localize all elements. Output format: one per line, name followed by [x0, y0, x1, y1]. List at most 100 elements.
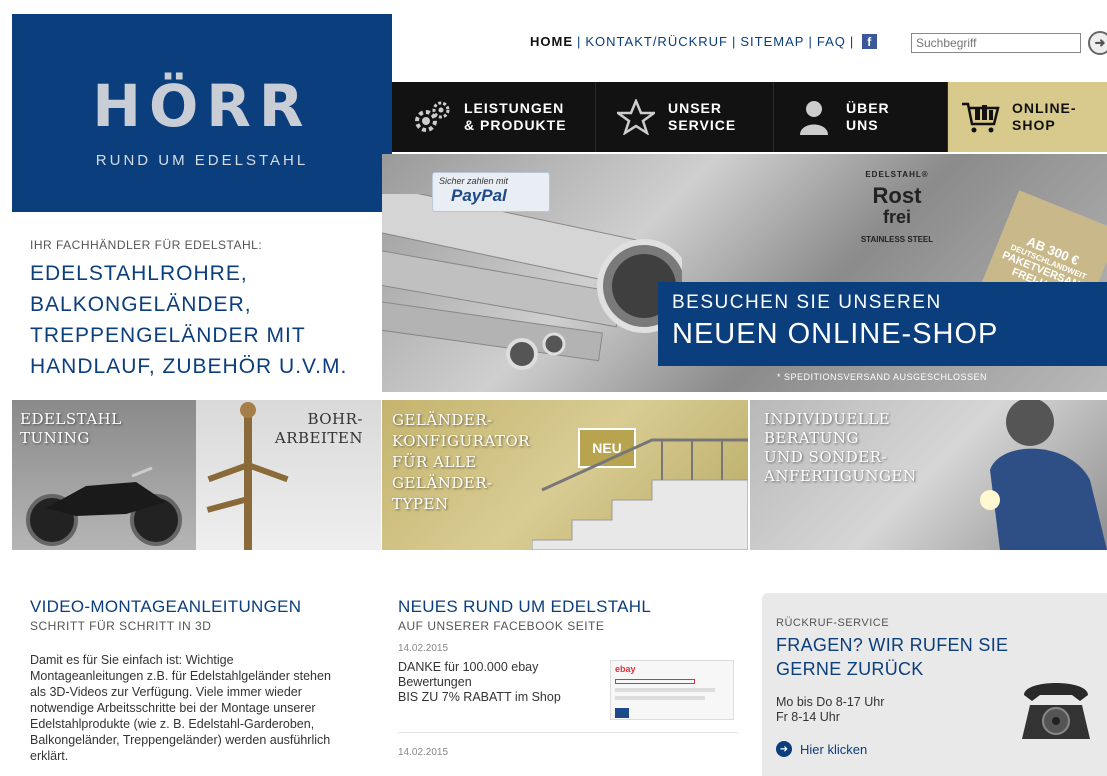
thumb-block: [615, 708, 629, 718]
thumb-line: [615, 688, 715, 692]
nav-label-line: SHOP: [1012, 117, 1056, 133]
gears-icon: [412, 97, 452, 137]
logo-wordmark: HÖRR: [92, 72, 312, 140]
nav-label-line: UNS: [846, 117, 879, 133]
news-line: DANKE für 100.000 ebay: [398, 660, 539, 674]
callback-link-label: Hier klicken: [800, 741, 868, 757]
thumb-highlight: [615, 679, 695, 684]
nav-link-kontakt[interactable]: KONTAKT/RÜCKRUF: [585, 34, 728, 49]
tagline-line: TREPPENGELÄNDER MIT: [30, 324, 306, 347]
search-submit-icon[interactable]: ➜: [1088, 31, 1107, 55]
nav-item-leistungen[interactable]: LEISTUNGEN & PRODUKTE: [392, 82, 596, 152]
paypal-logo: PayPal: [451, 186, 507, 205]
tile-label: GELÄNDER- KONFIGURATOR FÜR ALLE GELÄNDER…: [392, 410, 530, 515]
seal-line: Rost: [872, 183, 922, 208]
main-navigation: LEISTUNGEN & PRODUKTE UNSER SERVICE ÜBER UN…: [392, 82, 1107, 152]
paypal-caption: Sicher zahlen mit: [439, 176, 509, 186]
facebook-icon[interactable]: f: [862, 34, 878, 49]
nav-item-service[interactable]: UNSER SERVICE: [596, 82, 774, 152]
tile-bohrarbeiten[interactable]: BOHR- ARBEITEN: [196, 400, 381, 550]
nav-label-line: ONLINE-: [1012, 100, 1077, 116]
tile-line: BERATUNG: [764, 429, 860, 447]
news-line: BIS ZU 7% RABATT im Shop: [398, 690, 561, 704]
news-thumbnail[interactable]: ebay: [610, 660, 734, 720]
nav-label-line: LEISTUNGEN: [464, 100, 565, 116]
video-subtitle: SCHRITT FÜR SCHRITT IN 3D: [30, 619, 212, 633]
telephone-icon: [1022, 683, 1090, 739]
seal-line: STAINLESS STEEL: [860, 235, 934, 244]
news-subtitle: AUF UNSERER FACEBOOK SEITE: [398, 619, 605, 633]
logo[interactable]: HÖRR RUND UM EDELSTAHL: [12, 14, 392, 212]
news-text: DANKE für 100.000 ebay Bewertungen BIS Z…: [398, 660, 608, 720]
hero-banner[interactable]: Sicher zahlen mit PayPal EDELSTAHL® Rost…: [382, 154, 1107, 392]
news-date: 14.02.2015: [398, 747, 449, 758]
tagline-line: BALKONGELÄNDER,: [30, 293, 252, 316]
nav-label-service: UNSER SERVICE: [668, 100, 736, 134]
tile-label: BOHR- ARBEITEN: [275, 410, 363, 448]
tile-edelstahl-tuning[interactable]: EDELSTAHL TUNING: [12, 400, 196, 550]
callback-label: RÜCKRUF-SERVICE: [776, 617, 890, 629]
news-title[interactable]: NEUES RUND UM EDELSTAHL: [398, 597, 738, 617]
callback-heading: FRAGEN? WIR RUFEN SIE GERNE ZURÜCK: [776, 635, 1009, 679]
tagline-small: IHR FACHHÄNDLER FÜR EDELSTAHL:: [30, 238, 263, 252]
rostfrei-seal: EDELSTAHL® Rost frei STAINLESS STEEL: [848, 170, 946, 266]
nav-link-sitemap[interactable]: SITEMAP: [740, 34, 804, 49]
ebay-logo: ebay: [615, 664, 636, 674]
tile-beratung[interactable]: INDIVIDUELLE BERATUNG UND SONDER- ANFERT…: [750, 400, 1107, 550]
tagline-line: EDELSTAHLROHRE,: [30, 262, 248, 285]
banner-line1: BESUCHEN SIE UNSEREN: [672, 292, 942, 313]
tile-line: EDELSTAHL: [20, 410, 122, 428]
news-date: 14.02.2015: [398, 643, 449, 654]
seal-line: frei: [882, 207, 911, 227]
tile-line: ARBEITEN: [274, 429, 363, 447]
search-input[interactable]: [911, 33, 1081, 53]
motorcycle-image: [26, 466, 182, 546]
tile-line: TYPEN: [392, 495, 449, 513]
tile-line: ANFERTIGUNGEN: [764, 467, 917, 485]
nav-label-shop: ONLINE- SHOP: [1012, 100, 1077, 134]
callback-box: RÜCKRUF-SERVICE FRAGEN? WIR RUFEN SIE GE…: [762, 593, 1107, 776]
tagline-line: HANDLAUF, ZUBEHÖR U.V.M.: [30, 355, 348, 378]
nav-label-leistungen: LEISTUNGEN & PRODUKTE: [464, 100, 567, 134]
tile-line: GELÄNDER-: [392, 411, 493, 429]
tile-line: KONFIGURATOR: [392, 432, 531, 450]
steel-tubes-image: [382, 194, 682, 370]
news-section: NEUES RUND UM EDELSTAHL AUF UNSERER FACE…: [398, 597, 738, 758]
tile-line: INDIVIDUELLE: [764, 410, 891, 428]
video-title[interactable]: VIDEO-MONTAGEANLEITUNGEN: [30, 597, 350, 617]
nav-label-line: & PRODUKTE: [464, 117, 567, 133]
banner-line2: NEUEN ONLINE-SHOP: [672, 318, 999, 350]
separator: |: [849, 34, 855, 49]
news-line: Bewertungen: [398, 675, 472, 689]
welder-image: [980, 400, 1107, 550]
video-description: Damit es für Sie einfach ist: Wichtige M…: [30, 653, 331, 763]
tile-gelaender-konfigurator[interactable]: GELÄNDER- KONFIGURATOR FÜR ALLE GELÄNDER…: [382, 400, 748, 550]
tile-line: FÜR ALLE: [392, 453, 477, 471]
separator: |: [808, 34, 813, 49]
shipping-note: * SPEDITIONSVERSAND AUSGESCHLOSSEN: [776, 372, 987, 382]
video-section: VIDEO-MONTAGEANLEITUNGEN SCHRITT FÜR SCH…: [30, 597, 350, 764]
nav-link-faq[interactable]: FAQ: [817, 34, 846, 49]
top-navigation: HOME | KONTAKT/RÜCKRUF | SITEMAP | FAQ |…: [530, 34, 878, 49]
person-icon: [794, 97, 834, 137]
nav-link-home[interactable]: HOME: [530, 34, 573, 49]
tile-label: EDELSTAHL TUNING: [20, 410, 122, 448]
separator: |: [732, 34, 737, 49]
separator: |: [577, 34, 582, 49]
nav-item-ueber[interactable]: ÜBER UNS: [774, 82, 948, 152]
seal-line: EDELSTAHL®: [865, 170, 929, 179]
paypal-badge: Sicher zahlen mit PayPal: [432, 172, 550, 212]
staircase-railing-image: [532, 438, 748, 550]
arrow-right-icon: ➜: [776, 741, 792, 757]
online-shop-banner[interactable]: BESUCHEN SIE UNSEREN NEUEN ONLINE-SHOP: [658, 282, 1107, 366]
tile-label: INDIVIDUELLE BERATUNG UND SONDER- ANFERT…: [764, 410, 917, 486]
nav-item-shop[interactable]: ONLINE- SHOP: [948, 82, 1107, 152]
shopping-cart-icon: [960, 97, 1000, 137]
tile-line: TUNING: [20, 429, 90, 447]
nav-label-ueber: ÜBER UNS: [846, 100, 890, 134]
news-item[interactable]: DANKE für 100.000 ebay Bewertungen BIS Z…: [398, 660, 738, 720]
logo-subtitle: RUND UM EDELSTAHL: [95, 152, 309, 169]
nav-label-line: ÜBER: [846, 100, 890, 116]
thumb-line: [615, 696, 705, 700]
tile-line: BOHR-: [307, 410, 363, 428]
